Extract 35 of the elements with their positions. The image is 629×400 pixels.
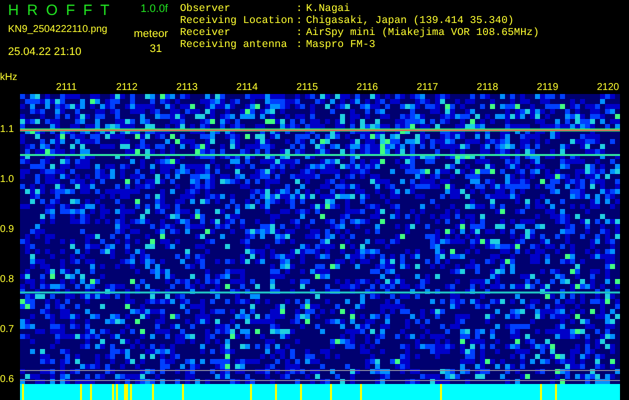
info-label: Receiver [180, 27, 232, 39]
time-label: 2111 [56, 82, 78, 94]
axis-unit: kHz [0, 72, 18, 84]
info-label: Observer [180, 3, 232, 15]
time-label: 2119 [536, 82, 560, 94]
info-separator: : [296, 27, 304, 39]
info-value: Maspro FM-3 [306, 39, 376, 51]
info-value: AirSpy mini (Miakejima VOR 108.65MHz) [306, 27, 540, 39]
time-label: 2114 [236, 82, 259, 94]
time-label: 2118 [476, 82, 500, 94]
info-separator: : [296, 3, 304, 15]
info-label: Receiving antenna [180, 39, 288, 51]
time-label: 2113 [176, 82, 199, 94]
time-label: 2112 [116, 82, 139, 94]
info-value: K.Nagai [306, 3, 350, 15]
axis-label: 0.6 [0, 374, 14, 386]
date-time: 25.04.22 21:10 [8, 46, 82, 58]
time-label: 2116 [356, 82, 379, 94]
info-separator: : [296, 15, 304, 27]
info-value: Chigasaki, Japan (139.414 35.340) [306, 15, 514, 27]
app-title: H R O F F T [8, 2, 112, 20]
axis-label: 0.8 [0, 274, 14, 286]
time-label: 2117 [416, 82, 440, 94]
version-label: 1.0.0f [140, 3, 168, 15]
time-label: 2120 [596, 82, 620, 94]
axis-label: 0.7 [0, 324, 14, 336]
info-separator: : [296, 39, 304, 51]
axis-label: 1.0 [0, 174, 14, 186]
meteor-count: 31 [150, 43, 163, 55]
axis-label: 0.9 [0, 224, 14, 236]
time-label: 2115 [296, 82, 319, 94]
meteor-label: meteor [134, 28, 168, 40]
filename: KN9_2504222110.png [8, 24, 108, 36]
info-label: Receiving Location [180, 15, 294, 27]
axis-label: 1.1 [0, 124, 14, 136]
